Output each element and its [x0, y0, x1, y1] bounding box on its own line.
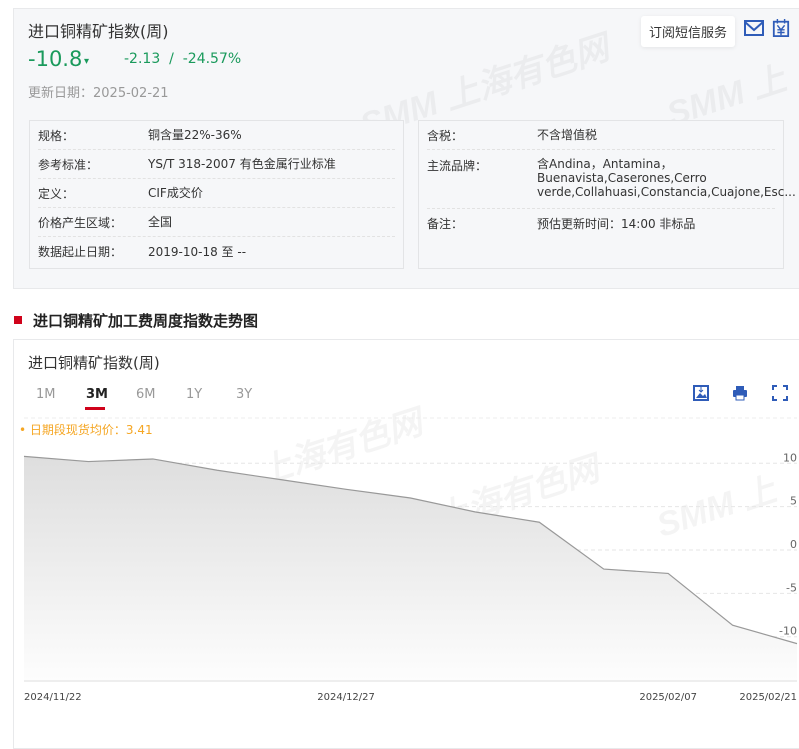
data-point[interactable]: [409, 496, 412, 499]
area-fill: [24, 456, 797, 680]
data-point[interactable]: [731, 624, 734, 627]
data-point[interactable]: [473, 510, 476, 513]
data-point[interactable]: [602, 568, 605, 571]
data-point[interactable]: [345, 488, 348, 491]
trend-chart: 1050-5-10-152024/11/222024/12/272025/02/…: [23, 417, 799, 703]
data-point[interactable]: [667, 572, 670, 575]
x-tick-label: 2024/11/22: [24, 692, 82, 703]
y-tick-label: 0: [790, 538, 797, 551]
y-tick-label: 10: [783, 451, 797, 464]
data-point[interactable]: [280, 478, 283, 481]
data-point[interactable]: [796, 642, 799, 645]
x-tick-label: 2025/02/21: [739, 692, 797, 703]
y-tick-label: -10: [779, 625, 797, 638]
y-tick-label: 5: [790, 495, 797, 508]
data-point[interactable]: [216, 469, 219, 472]
data-point[interactable]: [87, 460, 90, 463]
data-point[interactable]: [538, 521, 541, 524]
x-tick-label: 2025/02/07: [639, 692, 697, 703]
x-tick-label: 2024/12/27: [317, 692, 375, 703]
data-point[interactable]: [151, 457, 154, 460]
y-tick-label: -5: [786, 581, 797, 594]
data-point[interactable]: [23, 455, 26, 458]
